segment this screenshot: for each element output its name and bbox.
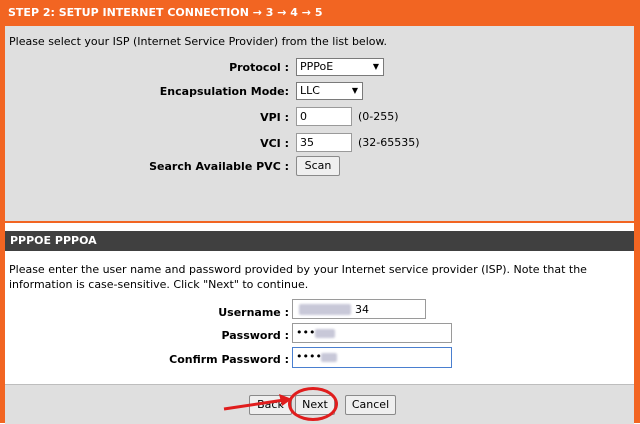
encapsulation-select-value: LLC: [300, 84, 320, 97]
vpi-label: VPI :: [260, 111, 289, 124]
pppoe-description: Please enter the user name and password …: [9, 263, 587, 291]
encapsulation-select[interactable]: LLC ▼: [296, 82, 363, 100]
search-pvc-label: Search Available PVC :: [149, 160, 289, 173]
frame-right-border: [634, 0, 640, 423]
protocol-select-value: PPPoE: [300, 60, 334, 73]
vci-label: VCI :: [260, 137, 289, 150]
password-redaction: [315, 329, 335, 338]
step-header: STEP 2: SETUP INTERNET CONNECTION → 3 → …: [0, 0, 640, 26]
password-input[interactable]: •••: [292, 323, 452, 343]
chevron-down-icon: ▼: [351, 86, 358, 95]
pppoe-section-header: PPPOE PPPOA: [5, 231, 634, 251]
vci-range-hint: (32-65535): [358, 136, 420, 149]
protocol-select[interactable]: PPPoE ▼: [296, 58, 384, 76]
confirm-password-masked-value: ••••: [296, 350, 322, 363]
vpi-input[interactable]: 0: [296, 107, 352, 126]
username-redaction: [299, 304, 351, 315]
next-highlight-circle: [288, 387, 338, 421]
vpi-range-hint: (0-255): [358, 110, 399, 123]
password-label: Password :: [221, 329, 289, 342]
password-masked-value: •••: [296, 326, 316, 339]
back-button[interactable]: Back: [249, 395, 292, 415]
cancel-button[interactable]: Cancel: [345, 395, 396, 415]
username-label: Username :: [218, 306, 289, 319]
pppoe-panel: Please enter the user name and password …: [5, 251, 634, 384]
username-input[interactable]: 34: [292, 299, 426, 319]
vci-input[interactable]: 35: [296, 133, 352, 152]
username-visible-suffix: 34: [355, 303, 369, 316]
protocol-label: Protocol :: [229, 61, 289, 74]
section-gap: [5, 223, 634, 231]
chevron-down-icon: ▼: [372, 62, 379, 71]
isp-settings-panel: Please select your ISP (Internet Service…: [5, 26, 634, 221]
encapsulation-label: Encapsulation Mode:: [159, 85, 289, 98]
confirm-password-label: Confirm Password :: [169, 353, 289, 366]
confirm-password-input[interactable]: ••••: [292, 347, 452, 368]
scan-button[interactable]: Scan: [296, 156, 340, 176]
isp-intro-text: Please select your ISP (Internet Service…: [9, 35, 387, 48]
confirm-password-redaction: [321, 353, 337, 362]
